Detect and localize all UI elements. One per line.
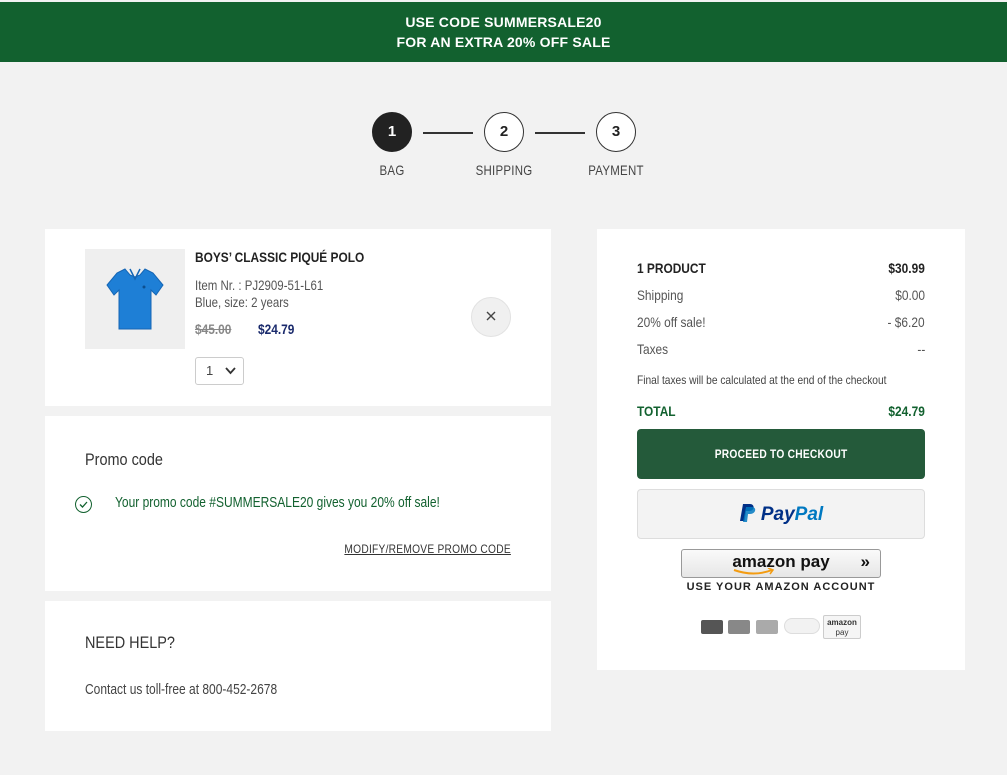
paypal-button[interactable]: PayPal [637,489,925,539]
step-bag[interactable]: 1 BAG [352,112,432,178]
amazon-pay-badge-icon: amazon pay [823,615,861,639]
banner-line-2: FOR AN EXTRA 20% OFF SALE [396,34,611,50]
close-icon [486,311,496,321]
check-circle-icon [75,496,92,513]
banner-line-1: USE CODE SUMMERSALE20 [405,14,602,30]
mastercard-icon [756,620,778,634]
verified-icon [784,618,820,634]
step-label: SHIPPING [475,162,533,178]
product-new-price: $24.79 [258,321,295,337]
order-summary: 1 PRODUCT $30.99 Shipping $0.00 20% off … [597,229,965,670]
step-shipping[interactable]: 2 SHIPPING [464,112,544,178]
amazon-smile-icon [733,568,775,575]
product-old-price: $45.00 [195,321,232,337]
help-card: NEED HELP? Contact us toll-free at 800-4… [45,601,551,731]
proceed-to-checkout-button[interactable]: PROCEED TO CHECKOUT [637,429,925,479]
amazon-badge-line1: amazon [827,618,857,627]
summary-taxes-label: Taxes [637,341,669,357]
quantity-select[interactable]: 1 [195,357,244,385]
summary-discount-value: - $6.20 [887,314,925,330]
step-number: 2 [484,112,524,152]
polo-shirt-icon [106,268,164,330]
step-label: BAG [379,162,405,178]
summary-products-value: $30.99 [888,260,925,276]
product-variant: Blue, size: 2 years [195,294,289,310]
promo-message: Your promo code #SUMMERSALE20 gives you … [115,494,440,511]
double-chevron-right-icon: » [860,552,870,571]
summary-taxes-value: -- [917,341,925,357]
amazon-badge-line2: pay [835,628,849,637]
summary-products-label: 1 PRODUCT [637,260,706,276]
checkout-label: PROCEED TO CHECKOUT [714,447,848,461]
product-card: BOYS’ CLASSIC PIQUÉ POLO Item Nr. : PJ29… [45,229,551,406]
checkout-steps: 1 BAG 2 SHIPPING 3 PAYMENT [0,112,1007,192]
paypal-word-pay: Pay [760,504,795,525]
promo-title: Promo code [85,450,163,469]
product-item-number: Item Nr. : PJ2909-51-L61 [195,277,324,293]
modify-promo-link[interactable]: MODIFY/REMOVE PROMO CODE [344,542,511,556]
paypal-logo-icon: PayPal [739,503,823,526]
chevron-down-icon [225,358,236,394]
tax-note: Final taxes will be calculated at the en… [637,373,887,387]
product-title[interactable]: BOYS’ CLASSIC PIQUÉ POLO [195,249,364,265]
step-label: PAYMENT [588,162,644,178]
step-number: 3 [596,112,636,152]
help-contact: Contact us toll-free at 800-452-2678 [85,681,278,698]
visa-icon [728,620,750,634]
step-payment[interactable]: 3 PAYMENT [576,112,656,178]
summary-total-value: $24.79 [888,403,925,419]
help-title: NEED HELP? [85,633,175,652]
generic-card-icon [701,620,723,634]
quantity-value: 1 [206,363,214,378]
remove-item-button[interactable] [471,297,511,337]
summary-discount-label: 20% off sale! [637,314,706,330]
paypal-word-pal: Pal [794,504,824,525]
amazon-pay-button[interactable]: amazon pay » [681,549,881,578]
product-image[interactable] [85,249,185,349]
promo-banner: USE CODE SUMMERSALE20 FOR AN EXTRA 20% O… [0,2,1007,62]
summary-total-label: TOTAL [637,403,676,419]
promo-card: Promo code Your promo code #SUMMERSALE20… [45,416,551,591]
summary-shipping-label: Shipping [637,287,684,303]
amazon-account-caption: USE YOUR AMAZON ACCOUNT [686,581,876,593]
step-number: 1 [372,112,412,152]
summary-shipping-value: $0.00 [895,287,925,303]
